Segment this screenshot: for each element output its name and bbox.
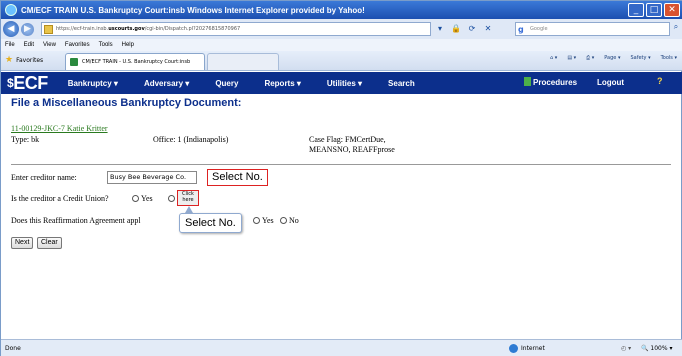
ecf-logo-text: ECF — [13, 72, 48, 93]
menu-favorites[interactable]: Favorites — [65, 42, 90, 48]
nav-procedures[interactable]: Procedures — [524, 77, 577, 87]
browser-tab[interactable]: CM/ECF TRAIN - U.S. Bankruptcy Court:ins… — [65, 53, 205, 70]
tooltip-tail — [185, 206, 193, 213]
page-menu[interactable]: Page ▾ — [604, 55, 620, 61]
zoom-value: 100% — [650, 345, 668, 352]
nav-query[interactable]: Query — [215, 79, 238, 88]
menu-bar: File Edit View Favorites Tools Help — [1, 39, 682, 51]
menu-tools[interactable]: Tools — [99, 42, 113, 48]
browser-window: CM/ECF TRAIN U.S. Bankruptcy Court:insb … — [0, 0, 682, 356]
refresh-icon[interactable]: ⟳ — [465, 22, 479, 36]
new-tab-button[interactable] — [207, 53, 279, 70]
maximize-button[interactable]: □ — [646, 3, 662, 17]
nav-reports[interactable]: Reports ▾ — [264, 79, 300, 88]
reaffirm-yes-label: Yes — [262, 216, 274, 225]
address-row: ◀ ▶ https://ecf-train.insb.uscourts.gov/… — [1, 19, 682, 39]
ie-logo-icon — [5, 4, 17, 16]
title-bar: CM/ECF TRAIN U.S. Bankruptcy Court:insb … — [1, 1, 682, 19]
protected-mode-icon[interactable]: ◴ ▾ — [621, 345, 631, 352]
case-type: Type: bk — [11, 135, 40, 144]
reaffirm-radio-no[interactable] — [280, 217, 287, 224]
reaffirm-no-label: No — [289, 216, 299, 225]
security-zone[interactable]: Internet — [509, 344, 545, 353]
nav-bankruptcy[interactable]: Bankruptcy ▾ — [68, 79, 118, 88]
stop-icon[interactable]: ✕ — [481, 22, 495, 36]
safety-menu[interactable]: Safety ▾ — [630, 55, 650, 61]
creditor-label: Enter creditor name: — [11, 173, 77, 182]
credit-union-yes[interactable]: Yes — [132, 194, 153, 203]
tools-menu[interactable]: Tools ▾ — [661, 55, 677, 61]
search-input[interactable]: g Google — [515, 22, 670, 36]
print-icon[interactable]: ⎙ ▾ — [586, 55, 594, 61]
home-icon[interactable]: ⌂ ▾ — [550, 55, 557, 61]
reaffirmation-question: Does this Reaffirmation Agreement appl — [11, 216, 141, 225]
tab-title: CM/ECF TRAIN - U.S. Bankruptcy Court:ins… — [82, 59, 191, 65]
page-icon — [44, 25, 53, 34]
case-flag: Case Flag: FMCertDue, MEANSNO, REAFFpros… — [309, 135, 395, 155]
close-button[interactable]: ✕ — [664, 3, 680, 17]
reaffirm-no[interactable]: No — [280, 216, 299, 225]
help-icon[interactable]: ? — [657, 76, 663, 86]
case-office: Office: 1 (Indianapolis) — [153, 135, 229, 144]
case-flag-line1: Case Flag: FMCertDue, — [309, 135, 386, 144]
address-prefix: https://ecf-train.insb. — [56, 26, 109, 32]
zone-label: Internet — [521, 345, 545, 352]
globe-icon — [509, 344, 518, 353]
status-bar: Done Internet ◴ ▾ 🔍 100% ▾ — [1, 339, 682, 356]
select-no-tooltip: Select No. — [179, 213, 242, 233]
nav-search[interactable]: Search — [388, 79, 415, 88]
address-bar[interactable]: https://ecf-train.insb.uscourts.gov/cgi-… — [41, 22, 431, 36]
case-link[interactable]: 11-00129-JKC-7 Katie Kritter — [11, 124, 108, 133]
favorites-label: Favorites — [16, 56, 44, 64]
google-icon: g — [518, 25, 524, 34]
click-here-highlight[interactable]: Click here — [177, 190, 199, 206]
address-host: uscourts.gov — [108, 26, 145, 32]
menu-help[interactable]: Help — [122, 42, 134, 48]
zoom-level[interactable]: 🔍 100% ▾ — [641, 345, 672, 352]
forward-button[interactable]: ▶ — [21, 22, 34, 36]
clear-button[interactable]: Clear — [37, 237, 62, 249]
nav-logout[interactable]: Logout — [597, 78, 624, 87]
page-title: File a Miscellaneous Bankruptcy Document… — [11, 97, 242, 109]
creditor-name-input[interactable]: Busy Bee Beverage Co. — [107, 171, 197, 184]
back-button[interactable]: ◀ — [3, 21, 19, 37]
nav-procedures-label: Procedures — [533, 78, 578, 87]
radio-yes[interactable] — [132, 195, 139, 202]
menu-file[interactable]: File — [5, 42, 15, 48]
nav-utilities[interactable]: Utilities ▾ — [327, 79, 362, 88]
tab-icon — [70, 58, 78, 66]
search-placeholder: Google — [530, 26, 548, 32]
command-bar: ⌂ ▾ ▤ ▾ ⎙ ▾ Page ▾ Safety ▾ Tools ▾ — [550, 55, 677, 61]
credit-union-yes-label: Yes — [141, 194, 153, 203]
zoom-icon: 🔍 — [641, 345, 649, 352]
star-icon: ★ — [5, 55, 14, 65]
favorites-button[interactable]: ★ Favorites — [5, 55, 43, 65]
window-title: CM/ECF TRAIN U.S. Bankruptcy Court:insb … — [21, 5, 365, 15]
nav-adversary[interactable]: Adversary ▾ — [144, 79, 189, 88]
favorites-bar: ★ Favorites CM/ECF TRAIN - U.S. Bankrupt… — [1, 51, 682, 71]
case-flag-line2: MEANSNO, REAFFprose — [309, 145, 395, 154]
procedures-icon — [524, 77, 531, 86]
lock-icon[interactable]: 🔒 — [449, 22, 463, 36]
feeds-icon[interactable]: ▤ ▾ — [567, 55, 576, 61]
radio-no[interactable] — [168, 195, 175, 202]
ecf-logo[interactable]: $ECF — [7, 73, 48, 94]
credit-union-no[interactable] — [168, 194, 177, 203]
next-button[interactable]: Next — [11, 237, 34, 249]
instruction-callout: Select No. — [207, 169, 268, 186]
search-icon[interactable]: ⌕ — [670, 22, 682, 36]
menu-view[interactable]: View — [43, 42, 56, 48]
status-text: Done — [5, 345, 21, 352]
divider — [11, 164, 671, 165]
ecf-navbar: $ECF Bankruptcy ▾ Adversary ▾ Query Repo… — [1, 72, 682, 94]
credit-union-question: Is the creditor a Credit Union? — [11, 194, 109, 203]
reaffirm-radio-yes[interactable] — [253, 217, 260, 224]
minimize-button[interactable]: _ — [628, 3, 644, 17]
dropdown-icon[interactable]: ▾ — [433, 22, 447, 36]
address-path: /cgi-bin/Dispatch.pl?20276815870967 — [144, 26, 241, 32]
reaffirm-yes[interactable]: Yes — [253, 216, 274, 225]
menu-edit[interactable]: Edit — [24, 42, 34, 48]
